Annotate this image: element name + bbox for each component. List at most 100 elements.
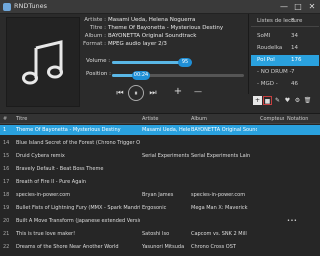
table-row[interactable]: 20 Built A Move Transform (japanese exten… [0,216,320,226]
track-number: 21 [3,231,10,237]
track-title: Blue Island Secret of the Forest (Chrono… [16,140,140,146]
title-label: Titre : [89,25,106,31]
track-title: Dreams of the Shore Near Another World [16,244,119,250]
track-artist: Satoshi Iso [142,231,170,237]
header-rating[interactable]: Notation [287,114,317,124]
playlist-count: 46 [291,81,298,87]
playlist-name: - MGD - [257,81,278,87]
table-row[interactable]: 18 species-in-power.com Bryan James species… [0,190,320,200]
volume-label: Volume : [86,58,111,64]
previous-button[interactable]: ⏮ [114,88,126,98]
volume-handle[interactable]: 95 [178,58,192,67]
track-title: Theme Of Bayonetta - Mysterious Destiny [16,127,121,133]
playlist-name: Pol Pol [257,57,275,63]
track-album: species-in-power.com [191,192,246,198]
playlist-name: Roudelka [257,45,283,51]
maximize-button[interactable]: □ [292,1,304,12]
artist-label: Artiste : [84,17,106,23]
title-bar: RNDTunes — □ ✕ [0,0,320,14]
trash-icon[interactable]: 🗑 [303,96,312,105]
table-row[interactable]: 17 Breath of Fire II - Pure Again [0,177,320,187]
track-number: 19 [3,205,10,211]
album-label: Album : [84,33,106,39]
playlists-header-count: 8 [291,18,295,24]
format-label: Format : [83,41,106,47]
playlist-item[interactable]: Pol Pol 176 [251,55,319,66]
playlists-header: Listes de lecture 8 [251,16,319,27]
playlist-item[interactable]: Roudelka 14 [251,43,319,54]
track-title: Breath of Fire II - Pure Again [16,179,87,185]
playlist-count: 176 [291,57,302,63]
track-number: 22 [3,244,10,250]
title-value: Theme Of Bayonetta - Mysterious Destiny [108,25,224,31]
playlist-item[interactable]: SoMI 34 [251,31,319,42]
artist-value: Masami Ueda, Helena Noguerra [108,17,196,23]
table-header: # Titre Artiste Album Compteur Notation [0,114,320,124]
track-title: Built A Move Transform (japanese extende… [16,218,140,224]
track-artist: Masami Ueda, Helena Noguerra [142,127,190,133]
window-title: RNDTunes [14,2,47,10]
track-number: 1 [3,127,7,133]
rename-icon[interactable]: ✎ [273,96,282,105]
playlist-name: SoMI [257,33,271,39]
heart-icon[interactable]: ♥ [283,96,292,105]
position-label: Position : [86,71,112,77]
table-row[interactable]: 1 Theme Of Bayonetta - Mysterious Destiny… [0,125,320,135]
add-track-button[interactable]: + [172,86,184,97]
track-title: species-in-power.com [16,192,71,198]
playlist-item[interactable]: - MGD - 46 [251,79,319,90]
playlist-item[interactable]: - NO DRUM -7 [251,67,319,78]
header-count[interactable]: Compteur [260,114,284,124]
minimize-button[interactable]: — [278,1,290,12]
position-slider[interactable]: 00:24 [112,71,244,80]
close-button[interactable]: ✕ [306,1,318,12]
header-number[interactable]: # [3,114,11,124]
track-album: Mega Man X: Maverick [191,205,248,211]
table-row[interactable]: 19 Bullet Fists of Lightning Fury (MMX - … [0,203,320,213]
track-artist: Serial Experiments Lain [142,153,190,159]
play-pause-button[interactable]: ⏸ [128,85,144,101]
table-row[interactable]: 14 Blue Island Secret of the Forest (Chro… [0,138,320,148]
track-album: Chrono Cross OST [191,244,236,250]
playlist-count: 34 [291,33,298,39]
header-artist[interactable]: Artiste [142,114,190,124]
track-artist: Bryan James [142,192,174,198]
playlist-name: - NO DRUM - [257,69,292,75]
playlist-count: 14 [291,45,298,51]
table-row[interactable]: 15 Druid Cybera remix Serial Experiments L… [0,151,320,161]
table-row[interactable]: 22 Dreams of the Shore Near Another World… [0,242,320,252]
playlist-count: 7 [291,69,295,75]
playlists-header-label: Listes de lecture [257,18,303,24]
track-title: Druid Cybera remix [16,153,65,159]
stop-icon[interactable]: ■ [263,96,272,105]
music-note-icon [22,40,63,85]
track-number: 18 [3,192,10,198]
track-artist: Ergosonic [142,205,167,211]
add-playlist-icon[interactable]: + [253,96,262,105]
app-icon [3,3,11,11]
volume-slider[interactable]: 95 [112,58,192,67]
track-number: 15 [3,153,10,159]
gear-icon[interactable]: ⚙ [293,96,302,105]
track-rating: ••• [287,218,298,224]
track-artist: Yasunori Mitsuda [142,244,185,250]
playlists-panel: Listes de lecture 8 SoMI 34 Roudelka 14 Pol … [248,14,320,94]
volume-fill [112,61,188,64]
table-row[interactable]: 16 Bravely Default - Beat Boss Theme [0,164,320,174]
track-title: Bravely Default - Beat Boss Theme [16,166,104,172]
track-title: This is true love maker! [16,231,76,237]
remove-track-button[interactable]: — [192,87,204,96]
header-album[interactable]: Album [191,114,257,124]
track-table: # Titre Artiste Album Compteur Notation … [0,113,320,256]
position-handle[interactable]: 00:24 [132,71,150,80]
track-number: 17 [3,179,10,185]
track-album: BAYONETTA Original Soundtrack [191,127,257,133]
next-button[interactable]: ⏭ [147,88,159,98]
table-row[interactable]: 21 This is true love maker! Satoshi Iso Cap… [0,229,320,239]
header-title[interactable]: Titre [16,114,140,124]
track-album: Serial Experiments Lain [191,153,251,159]
track-number: 20 [3,218,10,224]
track-number: 14 [3,140,10,146]
track-number: 16 [3,166,10,172]
track-album: Capcom vs. SNK 2 Mill [191,231,247,237]
